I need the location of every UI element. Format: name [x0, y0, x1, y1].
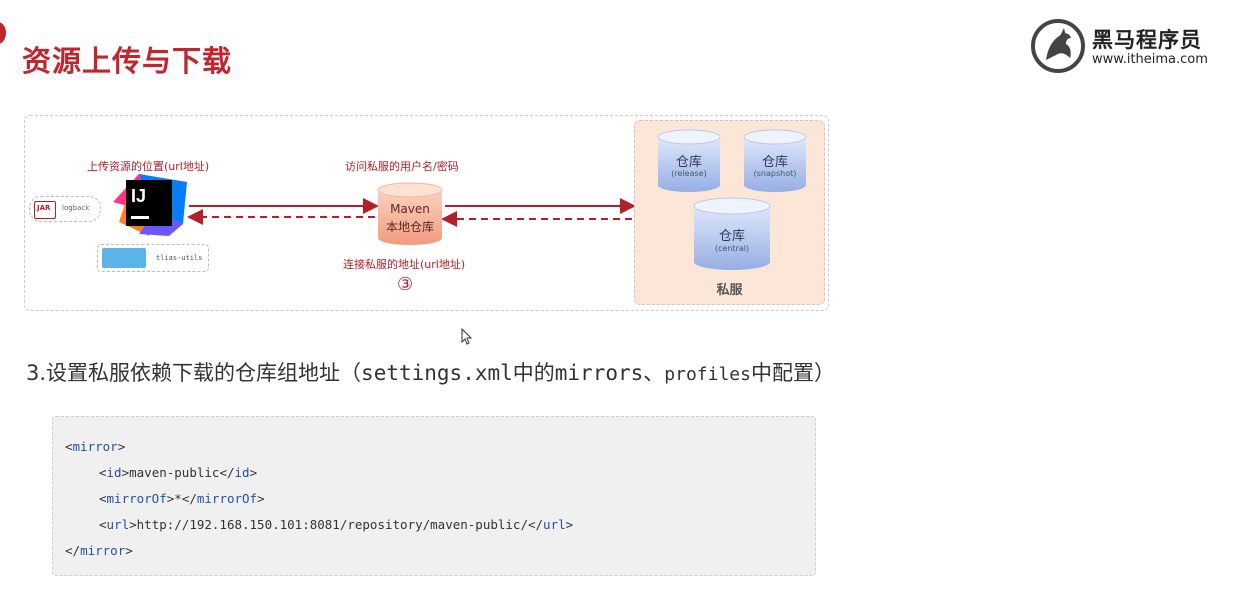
- repository-type: (central): [714, 244, 750, 253]
- repository-type: (release): [671, 169, 707, 178]
- code-line: <mirror>: [65, 439, 126, 454]
- repository-central: 仓库 (central): [693, 197, 771, 271]
- section-heading: 3.设置私服依赖下载的仓库组地址（settings.xml中的mirrors、p…: [26, 361, 835, 385]
- slide-title: 资源上传与下载: [22, 44, 233, 78]
- module-folder-tag: tlias-utils: [97, 244, 209, 272]
- horse-logo-icon: [1031, 19, 1085, 73]
- repository-name: 仓库: [675, 155, 702, 170]
- repository-type: (snapshot): [753, 169, 797, 178]
- repository-release: 仓库 (release): [657, 129, 721, 193]
- jar-file-icon: JAR: [34, 201, 56, 219]
- jar-name: logback: [62, 204, 90, 212]
- code-line: <id>maven-public</id>: [99, 465, 258, 480]
- connect-address-label: 连接私服的地址(url地址): [343, 258, 466, 271]
- intellij-idea-icon: IJ: [113, 174, 187, 236]
- code-line: <url>http://192.168.150.101:8081/reposit…: [99, 517, 574, 532]
- credentials-label: 访问私服的用户名/密码: [345, 160, 459, 173]
- local-repo-line2: 本地仓库: [385, 220, 434, 234]
- svg-text:IJ: IJ: [131, 186, 146, 206]
- module-name: tlias-utils: [156, 254, 203, 262]
- folder-icon: [102, 248, 146, 268]
- jar-dependency-tag: JAR logback: [29, 196, 101, 222]
- private-server-label: 私服: [716, 283, 743, 298]
- title-accent-dot: [0, 22, 6, 44]
- code-line: <mirrorOf>*</mirrorOf>: [99, 491, 265, 506]
- repository-name: 仓库: [718, 229, 745, 244]
- upload-download-diagram: 上传资源的位置(url地址) 访问私服的用户名/密码 连接私服的地址(url地址…: [24, 115, 829, 311]
- local-repo-line1: Maven: [390, 202, 430, 216]
- code-block: <mirror> <id>maven-public</id> <mirrorOf…: [52, 416, 816, 576]
- brand-logo: 黑马程序员 www.itheima.com: [1030, 18, 1230, 74]
- brand-url: www.itheima.com: [1092, 52, 1208, 67]
- step-marker: ③: [397, 274, 414, 295]
- repository-snapshot: 仓库 (snapshot): [743, 129, 807, 193]
- repository-name: 仓库: [761, 155, 788, 170]
- code-line: </mirror>: [65, 543, 133, 558]
- mouse-cursor-icon: [461, 328, 473, 345]
- private-server-panel: 仓库 (release) 仓库 (snapshot) 仓库 (central) …: [634, 120, 825, 305]
- local-repository-cylinder: Maven 本地仓库: [377, 182, 443, 246]
- brand-name: 黑马程序员: [1092, 28, 1202, 52]
